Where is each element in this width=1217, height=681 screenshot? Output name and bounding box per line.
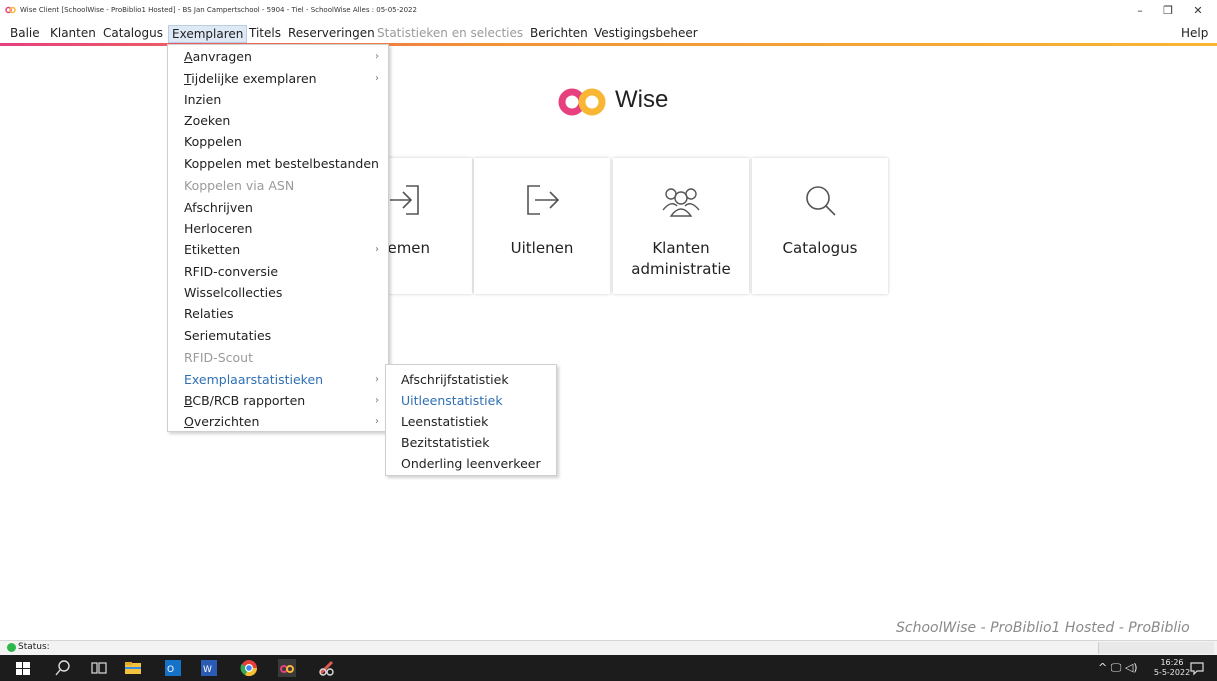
wise-client-window: Wise Client [SchoolWise - ProBiblio1 Hos… <box>0 0 1217 681</box>
menuitem-aanvragen[interactable]: Aanvragen <box>184 46 252 67</box>
menuitem-relaties[interactable]: Relaties <box>184 303 234 324</box>
menuitem-rfid-scout: RFID-Scout <box>184 350 253 365</box>
windows-taskbar: O W ^ 🖵 ◁) 16:26 5-5-2022 <box>0 655 1217 681</box>
search-icon <box>806 186 836 216</box>
tile-klanten-administratie[interactable]: Klanten administratie <box>613 158 749 294</box>
status-label: Status: <box>18 642 50 652</box>
search-icon[interactable] <box>54 659 72 677</box>
windows-start-icon[interactable] <box>14 659 32 677</box>
return-icon <box>390 185 419 215</box>
chevron-right-icon: › <box>375 244 379 255</box>
svg-text:W: W <box>203 665 212 675</box>
customers-icon <box>662 188 700 217</box>
status-bar: Status: <box>0 640 1217 655</box>
chevron-right-icon: › <box>375 416 379 427</box>
menuitem-exemplaarstatistieken[interactable]: Exemplaarstatistieken <box>184 369 323 390</box>
chevron-right-icon: › <box>375 374 379 385</box>
exemplaren-dropdown: Aanvragen › Tijdelijke exemplaren › Inzi… <box>167 44 389 432</box>
close-button[interactable]: ✕ <box>1184 3 1212 19</box>
label: CB/RCB rapporten <box>192 393 306 408</box>
menuitem-herloceren[interactable]: Herloceren <box>184 218 252 239</box>
label: anvragen <box>192 49 252 64</box>
wise-logo-icon <box>558 88 606 116</box>
menuitem-etiketten[interactable]: Etiketten <box>184 239 240 260</box>
menu-klanten[interactable]: Klanten <box>47 25 99 43</box>
wise-app-icon <box>5 6 16 14</box>
word-icon[interactable]: W <box>200 659 218 677</box>
menuitem-inzien[interactable]: Inzien <box>184 89 221 110</box>
mnemonic: O <box>184 414 194 429</box>
status-ok-icon <box>7 643 16 652</box>
chevron-right-icon: › <box>375 395 379 406</box>
title-bar: Wise Client [SchoolWise - ProBiblio1 Hos… <box>0 0 1217 22</box>
menuitem-seriemutaties[interactable]: Seriemutaties <box>184 325 271 346</box>
exemplaarstatistieken-submenu: Afschrijfstatistiek Uitleenstatistiek Le… <box>385 364 557 476</box>
menu-bar: Balie Klanten Catalogus Exemplaren Titel… <box>0 22 1217 44</box>
lend-icon <box>527 185 560 215</box>
menu-help[interactable]: Help <box>1178 25 1211 43</box>
mnemonic: A <box>184 49 193 64</box>
tile-catalogus[interactable]: Catalogus <box>752 158 888 294</box>
maximize-button[interactable]: ❐ <box>1154 3 1182 19</box>
submenu-bezitstatistiek[interactable]: Bezitstatistiek <box>401 432 489 453</box>
clock-time: 16:26 <box>1160 658 1184 667</box>
file-explorer-icon[interactable] <box>124 659 142 677</box>
menuitem-koppelen-asn: Koppelen via ASN <box>184 178 295 193</box>
label: ijdelijke exemplaren <box>191 71 317 86</box>
chevron-right-icon: › <box>375 51 379 62</box>
svg-text:O: O <box>167 665 174 675</box>
chevron-right-icon: › <box>375 73 379 84</box>
submenu-onderling-leenverkeer[interactable]: Onderling leenverkeer <box>401 453 541 474</box>
menuitem-rfid-conversie[interactable]: RFID-conversie <box>184 261 278 282</box>
menu-statistieken: Statistieken en selecties <box>377 26 524 40</box>
menu-berichten[interactable]: Berichten <box>527 25 591 43</box>
submenu-leenstatistiek[interactable]: Leenstatistiek <box>401 411 488 432</box>
menuitem-zoeken[interactable]: Zoeken <box>184 110 230 131</box>
menuitem-bcb-rcb-rapporten[interactable]: BCB/RCB rapporten <box>184 390 305 411</box>
chrome-icon[interactable] <box>240 659 258 677</box>
menu-reserveringen[interactable]: Reserveringen <box>285 25 378 43</box>
tile-klanten-label-1: Klanten <box>652 239 710 257</box>
menuitem-wisselcollecties[interactable]: Wisselcollecties <box>184 282 282 303</box>
menuitem-koppelen-bestelbestanden[interactable]: Koppelen met bestelbestanden <box>184 153 379 174</box>
task-view-icon[interactable] <box>90 659 108 677</box>
menu-vestigingsbeheer[interactable]: Vestigingsbeheer <box>591 25 701 43</box>
tile-catalogus-label: Catalogus <box>782 239 858 257</box>
taskbar-clock[interactable]: 16:26 5-5-2022 <box>1152 658 1192 678</box>
label: verzichten <box>193 414 260 429</box>
menu-catalogus[interactable]: Catalogus <box>100 25 166 43</box>
status-field <box>1098 642 1214 654</box>
menu-balie[interactable]: Balie <box>7 25 43 43</box>
menuitem-tijdelijke-exemplaren[interactable]: Tijdelijke exemplaren <box>184 68 317 89</box>
submenu-afschrijfstatistiek[interactable]: Afschrijfstatistiek <box>401 369 509 390</box>
menu-titels[interactable]: Titels <box>246 25 284 43</box>
minimize-button[interactable]: – <box>1126 3 1154 19</box>
notification-icon[interactable] <box>1188 659 1206 677</box>
footer-brand: SchoolWise - ProBiblio1 Hosted - ProBibl… <box>896 620 1190 636</box>
menuitem-overzichten[interactable]: Overzichten <box>184 411 259 432</box>
clock-date: 5-5-2022 <box>1153 668 1191 677</box>
wise-logo-text: Wise <box>615 86 669 113</box>
window-title: Wise Client [SchoolWise - ProBiblio1 Hos… <box>20 6 417 14</box>
submenu-uitleenstatistiek[interactable]: Uitleenstatistiek <box>401 390 503 411</box>
menuitem-koppelen[interactable]: Koppelen <box>184 131 242 152</box>
menuitem-afschrijven[interactable]: Afschrijven <box>184 197 253 218</box>
tile-uitlenen-label: Uitlenen <box>510 239 574 257</box>
wise-taskbar-icon[interactable] <box>278 659 296 677</box>
tile-uitlenen[interactable]: Uitlenen <box>474 158 610 294</box>
outlook-icon[interactable]: O <box>164 659 182 677</box>
tile-klanten-label-2: administratie <box>631 260 731 278</box>
system-tray[interactable]: ^ 🖵 ◁) <box>1098 661 1138 675</box>
snipping-tool-icon[interactable] <box>318 659 336 677</box>
menu-exemplaren[interactable]: Exemplaren <box>168 25 248 43</box>
